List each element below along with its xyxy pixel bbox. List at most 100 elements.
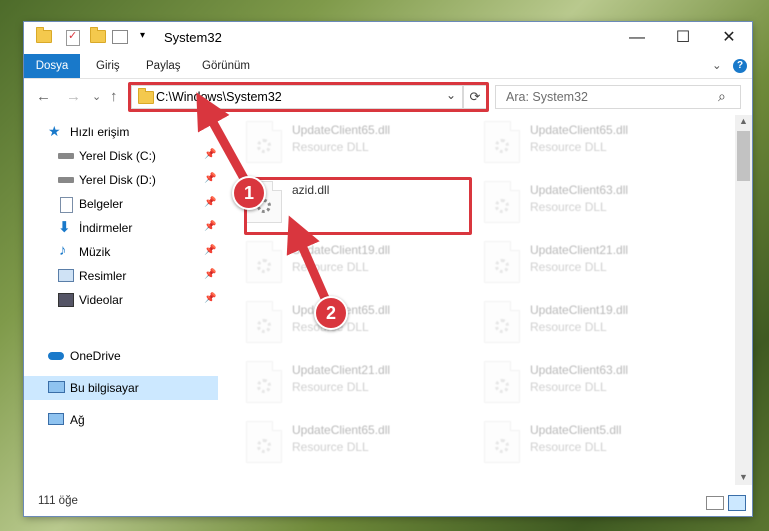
computer-icon bbox=[48, 381, 65, 393]
file-tile[interactable]: UpdateClient65.dll Resource DLL bbox=[220, 115, 450, 173]
pin-icon: 📌 bbox=[204, 149, 217, 160]
star-icon: ★ bbox=[48, 123, 61, 139]
tab-file[interactable]: Dosya bbox=[24, 54, 80, 78]
vertical-scrollbar[interactable]: ▲ ▼ bbox=[735, 115, 752, 485]
file-type: Resource DLL bbox=[530, 200, 607, 214]
dll-file-icon bbox=[484, 121, 520, 163]
videos-icon bbox=[58, 293, 74, 307]
file-type: Resource DLL bbox=[530, 380, 607, 394]
file-tile[interactable]: UpdateClient65.dll Resource DLL bbox=[220, 415, 450, 473]
pin-icon: 📌 bbox=[204, 173, 217, 184]
ribbon-tabs: Dosya Giriş Paylaş Görünüm ⌄ ? bbox=[24, 54, 752, 79]
dll-file-icon bbox=[484, 361, 520, 403]
ribbon-collapse-icon[interactable]: ⌄ bbox=[712, 54, 722, 78]
qat-dropdown-icon[interactable]: ▾ bbox=[140, 30, 145, 46]
drive-icon bbox=[58, 177, 74, 183]
sidebar-item-network[interactable]: Ağ bbox=[24, 408, 218, 432]
customize-qat-icon[interactable] bbox=[112, 30, 128, 44]
item-count: 111 öğe bbox=[38, 495, 78, 507]
sidebar-item-label: Belgeler bbox=[79, 197, 124, 211]
explorer-window: ✓ ▾ System32 — ☐ ✕ Dosya Giriş Paylaş Gö… bbox=[24, 22, 752, 516]
downloads-icon: ⬇ bbox=[58, 219, 71, 236]
window-title: System32 bbox=[164, 30, 222, 45]
scroll-up-icon[interactable]: ▲ bbox=[739, 116, 748, 126]
sidebar-item-music[interactable]: ♪ Müzik 📌 bbox=[24, 240, 218, 264]
file-type: Resource DLL bbox=[292, 140, 369, 154]
details-view-icon[interactable] bbox=[706, 496, 724, 510]
file-name: UpdateClient5.dll bbox=[530, 423, 622, 437]
file-type: Resource DLL bbox=[292, 260, 369, 274]
dll-file-icon bbox=[484, 241, 520, 283]
file-type: Resource DLL bbox=[530, 320, 607, 334]
sidebar-item-label: Müzik bbox=[79, 245, 111, 259]
sidebar-item-pictures[interactable]: Resimler 📌 bbox=[24, 264, 218, 288]
sidebar-item-label: İndirmeler bbox=[79, 221, 133, 235]
file-type: Resource DLL bbox=[530, 260, 607, 274]
sidebar-item-documents[interactable]: Belgeler 📌 bbox=[24, 192, 218, 216]
file-tile[interactable]: UpdateClient19.dll Resource DLL bbox=[458, 295, 688, 353]
file-tile[interactable]: UpdateClient65.dll Resource DLL bbox=[458, 115, 688, 173]
back-button[interactable]: ← bbox=[36, 88, 51, 105]
file-tile[interactable]: UpdateClient63.dll Resource DLL bbox=[458, 355, 688, 413]
file-name: UpdateClient63.dll bbox=[530, 183, 629, 197]
sidebar-item-drive-d[interactable]: Yerel Disk (D:) 📌 bbox=[24, 168, 218, 192]
up-button[interactable]: ↑ bbox=[110, 88, 118, 105]
maximize-button[interactable]: ☐ bbox=[660, 22, 706, 54]
sidebar-item-label: Bu bilgisayar bbox=[70, 381, 139, 395]
music-icon: ♪ bbox=[59, 242, 67, 259]
navigation-pane: ★ Hızlı erişim Yerel Disk (C:) 📌 Yerel D… bbox=[24, 115, 218, 485]
sidebar-item-drive-c[interactable]: Yerel Disk (C:) 📌 bbox=[24, 144, 218, 168]
scroll-thumb[interactable] bbox=[737, 131, 750, 181]
file-name: UpdateClient21.dll bbox=[530, 243, 629, 257]
sidebar-item-videos[interactable]: Videolar 📌 bbox=[24, 288, 218, 312]
recent-locations-button[interactable]: ⌄ bbox=[92, 90, 101, 103]
file-tile[interactable]: UpdateClient5.dll Resource DLL bbox=[458, 415, 688, 473]
file-tile[interactable]: UpdateClient21.dll Resource DLL bbox=[220, 355, 450, 413]
sidebar-item-label: Resimler bbox=[79, 269, 127, 283]
pictures-icon bbox=[58, 269, 74, 282]
large-icons-view-icon[interactable] bbox=[728, 495, 746, 511]
minimize-button[interactable]: — bbox=[614, 22, 660, 54]
dll-file-icon bbox=[246, 241, 282, 283]
tab-share[interactable]: Paylaş bbox=[146, 54, 181, 78]
dll-file-icon bbox=[484, 301, 520, 343]
step-1-badge: 1 bbox=[232, 176, 266, 210]
sidebar-item-label: Ağ bbox=[70, 413, 85, 427]
properties-icon[interactable]: ✓ bbox=[66, 30, 80, 46]
dll-file-icon bbox=[246, 121, 282, 163]
new-folder-icon[interactable] bbox=[90, 27, 106, 46]
address-highlight-box bbox=[128, 82, 489, 112]
sidebar-item-downloads[interactable]: ⬇ İndirmeler 📌 bbox=[24, 216, 218, 240]
dll-file-icon bbox=[484, 421, 520, 463]
documents-icon bbox=[60, 197, 73, 213]
sidebar-item-quick-access[interactable]: ★ Hızlı erişim bbox=[24, 120, 218, 144]
search-icon: ⌕ bbox=[718, 88, 726, 104]
forward-button[interactable]: → bbox=[66, 88, 81, 105]
step-2-badge: 2 bbox=[314, 296, 348, 330]
sidebar-item-label: OneDrive bbox=[70, 349, 121, 363]
help-icon[interactable]: ? bbox=[733, 59, 747, 73]
folder-icon bbox=[36, 27, 52, 46]
file-tile[interactable]: UpdateClient63.dll Resource DLL bbox=[458, 175, 688, 233]
file-name: UpdateClient65.dll bbox=[530, 123, 629, 137]
dll-file-icon bbox=[246, 301, 282, 343]
sidebar-item-this-pc[interactable]: Bu bilgisayar bbox=[24, 376, 218, 400]
sidebar-item-label: Videolar bbox=[79, 293, 123, 307]
dll-file-icon bbox=[246, 361, 282, 403]
pin-icon: 📌 bbox=[204, 269, 217, 280]
close-button[interactable]: ✕ bbox=[706, 22, 752, 54]
search-input[interactable]: Ara: System32 ⌕ bbox=[495, 85, 741, 109]
pin-icon: 📌 bbox=[204, 293, 217, 304]
tab-view[interactable]: Görünüm bbox=[202, 54, 250, 78]
file-tile[interactable]: UpdateClient21.dll Resource DLL bbox=[458, 235, 688, 293]
cloud-icon bbox=[48, 352, 64, 360]
file-name: UpdateClient21.dll bbox=[292, 363, 391, 377]
tab-home[interactable]: Giriş bbox=[96, 54, 120, 78]
file-tile[interactable]: UpdateClient19.dll Resource DLL bbox=[220, 235, 450, 293]
sidebar-item-label: Yerel Disk (C:) bbox=[79, 149, 156, 163]
sidebar-item-onedrive[interactable]: OneDrive bbox=[24, 344, 218, 368]
scroll-down-icon[interactable]: ▼ bbox=[739, 472, 748, 482]
pin-icon: 📌 bbox=[204, 221, 217, 232]
pin-icon: 📌 bbox=[204, 245, 217, 256]
file-name: UpdateClient63.dll bbox=[530, 363, 629, 377]
